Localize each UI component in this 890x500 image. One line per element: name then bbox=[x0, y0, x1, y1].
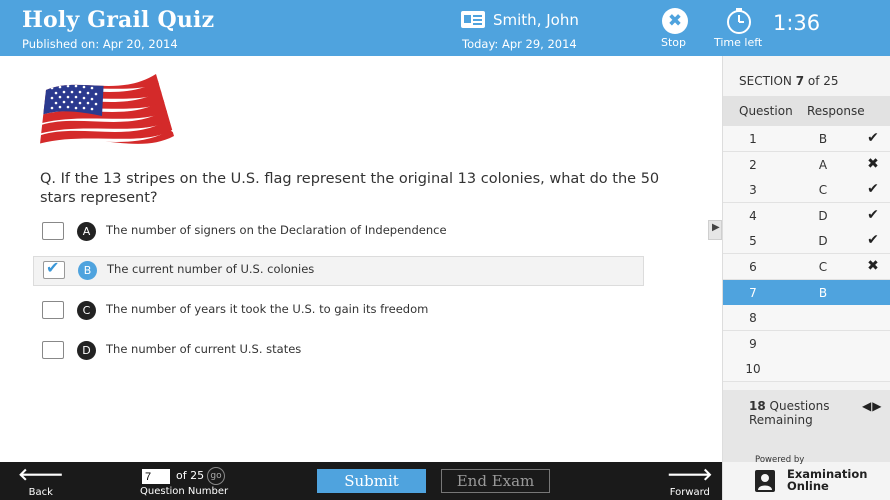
navigator-row-7[interactable]: 7B bbox=[723, 279, 890, 306]
navigator-row-10[interactable]: 10 bbox=[723, 356, 890, 383]
choice-text: The number of signers on the Declaration… bbox=[106, 223, 447, 237]
check-icon: ✔ bbox=[867, 232, 879, 249]
row-response: C bbox=[818, 260, 828, 274]
section-total: of 25 bbox=[807, 74, 839, 88]
section-indicator: SECTION 7 of 25 bbox=[739, 74, 839, 88]
time-left-label: Time left bbox=[714, 36, 763, 49]
user-name: Smith, John bbox=[493, 11, 579, 29]
navigator-row-8[interactable]: 8 bbox=[723, 305, 890, 332]
answer-choice-c[interactable]: C The number of years it took the U.S. t… bbox=[33, 296, 644, 326]
row-response: B bbox=[818, 132, 828, 146]
brand-name: Examination Online bbox=[787, 468, 867, 492]
row-question-number: 1 bbox=[749, 132, 757, 146]
question-navigator: SECTION 7 of 25 Question Response 1 B ✔ 2 A ✖… bbox=[722, 56, 890, 462]
sidebar-toggle-button[interactable]: ▶ bbox=[708, 220, 722, 240]
end-exam-button[interactable]: End Exam bbox=[441, 469, 550, 493]
chevron-right-icon: ▶ bbox=[712, 222, 720, 233]
choice-letter-badge: C bbox=[77, 301, 96, 320]
row-response: D bbox=[818, 208, 828, 223]
us-flag-image bbox=[40, 74, 174, 144]
row-question-number: 6 bbox=[749, 260, 757, 274]
answer-checkbox[interactable] bbox=[42, 301, 64, 319]
forward-button[interactable]: 🡒 Forward bbox=[667, 466, 713, 498]
check-icon: ✔ bbox=[867, 181, 879, 198]
navigator-row-3[interactable]: 3 C ✔ bbox=[723, 177, 890, 204]
answer-checkbox[interactable]: ✔ bbox=[43, 258, 65, 279]
go-button[interactable]: go bbox=[207, 467, 225, 485]
back-label: Back bbox=[28, 487, 53, 498]
navigator-row-1[interactable]: 1 B ✔ bbox=[723, 126, 890, 152]
header-bar: Holy Grail Quiz Published on: Apr 20, 20… bbox=[0, 0, 890, 56]
choice-letter-badge: A bbox=[77, 222, 96, 241]
question-number-input[interactable] bbox=[142, 469, 170, 484]
remaining-panel: 18 Questions Remaining ◀▶ bbox=[723, 390, 890, 462]
check-icon: ✔ bbox=[867, 206, 879, 223]
row-question-number: 7 bbox=[749, 285, 757, 300]
examination-online-logo-icon bbox=[755, 470, 775, 492]
remaining-count: 18 bbox=[749, 399, 766, 413]
row-question-number: 8 bbox=[749, 311, 757, 326]
x-icon: ✖ bbox=[867, 258, 879, 274]
time-remaining: 1:36 bbox=[773, 11, 821, 35]
quiz-title: Holy Grail Quiz bbox=[22, 7, 215, 33]
choice-text: The number of years it took the U.S. to … bbox=[106, 302, 429, 316]
today-date: Today: Apr 29, 2014 bbox=[462, 37, 577, 51]
choice-letter-badge: D bbox=[77, 341, 96, 360]
column-question: Question bbox=[739, 104, 793, 118]
row-question-number: 9 bbox=[749, 336, 757, 351]
answer-choice-a[interactable]: A The number of signers on the Declarati… bbox=[33, 217, 644, 247]
forward-label: Forward bbox=[669, 487, 710, 498]
page-arrows[interactable]: ◀▶ bbox=[862, 399, 882, 413]
navigator-row-9[interactable]: 9 bbox=[723, 330, 890, 357]
navigator-row-2[interactable]: 2 A ✖ bbox=[723, 151, 890, 178]
id-card-icon bbox=[461, 11, 485, 28]
branding-panel: Powered by Examination Online bbox=[722, 455, 890, 500]
question-number-label: Question Number bbox=[140, 486, 229, 497]
navigator-row-5[interactable]: 5 D ✔ bbox=[723, 228, 890, 255]
stop-icon: ✖ bbox=[662, 8, 688, 34]
navigator-row-4[interactable]: 4 D ✔ bbox=[723, 202, 890, 229]
back-button[interactable]: 🡐 Back bbox=[18, 466, 64, 498]
section-number: 7 bbox=[795, 74, 805, 88]
published-date: Published on: Apr 20, 2014 bbox=[22, 37, 178, 51]
row-question-number: 3 bbox=[749, 183, 757, 198]
row-question-number: 10 bbox=[745, 362, 761, 377]
question-text: Q. If the 13 stripes on the U.S. flag re… bbox=[40, 171, 660, 206]
answer-checkbox[interactable] bbox=[42, 341, 64, 359]
row-response: D bbox=[818, 234, 828, 249]
navigator-row-6[interactable]: 6 C ✖ bbox=[723, 254, 890, 280]
column-response: Response bbox=[807, 104, 865, 118]
row-question-number: 2 bbox=[749, 157, 757, 172]
x-icon: ✖ bbox=[867, 155, 879, 172]
navigator-header: Question Response bbox=[723, 96, 890, 126]
questions-remaining: 18 Questions Remaining bbox=[749, 399, 829, 427]
choice-text: The number of current U.S. states bbox=[106, 342, 302, 356]
question-total: of 25 bbox=[176, 469, 205, 482]
answer-choice-d[interactable]: D The number of current U.S. states bbox=[33, 336, 644, 366]
answer-checkbox[interactable] bbox=[42, 222, 64, 240]
check-icon: ✔ bbox=[867, 130, 879, 146]
choice-letter-badge: B bbox=[78, 261, 97, 280]
submit-button[interactable]: Submit bbox=[317, 469, 426, 493]
brand-line2: Online bbox=[787, 479, 829, 493]
row-question-number: 4 bbox=[749, 208, 757, 223]
clock-icon bbox=[727, 8, 751, 34]
arrow-right-icon[interactable]: ▶ bbox=[872, 399, 882, 413]
row-response: C bbox=[818, 183, 828, 198]
stop-label: Stop bbox=[661, 36, 687, 49]
arrow-right-icon: 🡒 bbox=[667, 465, 713, 485]
row-question-number: 5 bbox=[749, 234, 757, 249]
row-response: A bbox=[818, 157, 828, 172]
section-prefix: SECTION bbox=[739, 74, 792, 88]
choice-text: The current number of U.S. colonies bbox=[107, 262, 315, 276]
answer-choice-b[interactable]: ✔ B The current number of U.S. colonies bbox=[33, 256, 644, 286]
remaining-word: Questions bbox=[769, 399, 830, 413]
row-response: B bbox=[818, 285, 828, 300]
arrow-left-icon: 🡐 bbox=[18, 465, 64, 485]
checkmark-icon: ✔ bbox=[46, 258, 60, 277]
powered-by-label: Powered by bbox=[755, 455, 805, 465]
remaining-word2: Remaining bbox=[749, 413, 813, 427]
arrow-left-icon[interactable]: ◀ bbox=[862, 399, 872, 413]
